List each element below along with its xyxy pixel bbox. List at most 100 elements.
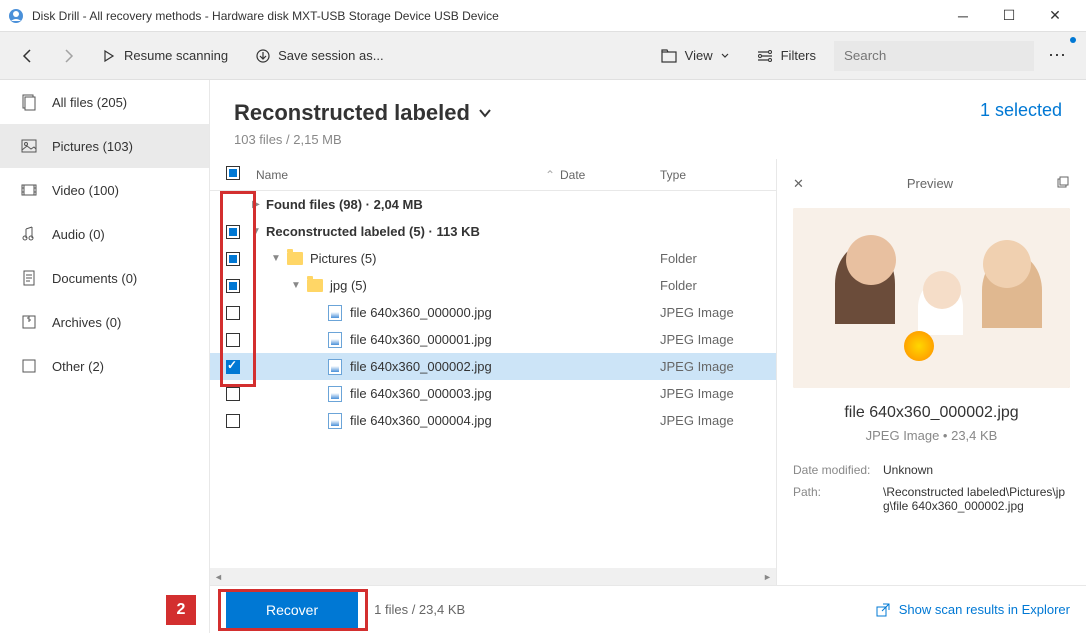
view-label: View — [685, 48, 713, 63]
filters-button[interactable]: Filters — [747, 42, 826, 69]
save-session-button[interactable]: Save session as... — [246, 42, 394, 69]
file-row[interactable]: file 640x360_000004.jpg JPEG Image — [210, 407, 776, 434]
download-icon — [256, 49, 270, 63]
horizontal-scrollbar[interactable]: ◄ ► — [210, 568, 776, 585]
sidebar-item-documents[interactable]: Documents (0) — [0, 256, 209, 300]
file-checkbox[interactable] — [226, 333, 240, 347]
path-value: \Reconstructed labeled\Pictures\jpg\file… — [883, 485, 1070, 513]
file-name: file 640x360_000004.jpg — [350, 413, 560, 428]
file-checkbox[interactable] — [226, 279, 240, 293]
app-icon — [8, 8, 24, 24]
recover-button[interactable]: Recover — [226, 592, 358, 628]
collapse-icon[interactable]: ▼ — [286, 280, 306, 291]
archives-icon — [20, 313, 38, 331]
content-title[interactable]: Reconstructed labeled — [234, 100, 492, 126]
resume-scanning-label: Resume scanning — [124, 48, 228, 63]
more-button[interactable]: ⋯ — [1042, 39, 1074, 72]
file-row[interactable]: ▼Reconstructed labeled (5) · 113 KB — [210, 218, 776, 245]
file-type: JPEG Image — [660, 413, 760, 428]
documents-icon — [20, 269, 38, 287]
file-row[interactable]: ▼Pictures (5)Folder — [210, 245, 776, 272]
column-date[interactable]: Date — [560, 168, 660, 182]
preview-panel: ✕ Preview file 640x360_000002.jpg JPEG I… — [776, 159, 1086, 585]
jpeg-icon — [326, 358, 344, 376]
sidebar-item-archives[interactable]: Archives (0) — [0, 300, 209, 344]
bottom-status: 1 files / 23,4 KB — [374, 602, 465, 617]
file-row[interactable]: file 640x360_000003.jpgJPEG Image — [210, 380, 776, 407]
play-icon — [102, 49, 116, 63]
file-row[interactable]: ▼jpg (5)Folder — [210, 272, 776, 299]
sidebar-item-allfiles[interactable]: All files (205) — [0, 80, 209, 124]
close-button[interactable]: ✕ — [1032, 0, 1078, 32]
sidebar-item-label: Video (100) — [52, 183, 119, 198]
folder-icon — [661, 49, 677, 63]
select-all-checkbox[interactable] — [226, 166, 240, 180]
file-name: file 640x360_000003.jpg — [350, 386, 560, 401]
file-list: ▶Found files (98) · 2,04 MB▼Reconstructe… — [210, 191, 776, 568]
file-name: Reconstructed labeled (5) · 113 KB — [266, 224, 560, 239]
file-type: Folder — [660, 251, 760, 266]
titlebar: Disk Drill - All recovery methods - Hard… — [0, 0, 1086, 32]
sidebar-item-label: Other (2) — [52, 359, 104, 374]
file-name: file 640x360_000000.jpg — [350, 305, 560, 320]
file-checkbox[interactable] — [226, 306, 240, 320]
collapse-icon[interactable]: ▼ — [266, 253, 286, 264]
file-row[interactable]: file 640x360_000000.jpg JPEG Image — [210, 299, 776, 326]
file-type: JPEG Image — [660, 305, 760, 320]
file-checkbox[interactable] — [226, 387, 240, 401]
file-checkbox[interactable] — [226, 360, 240, 374]
sidebar-item-pictures[interactable]: Pictures (103) — [0, 124, 209, 168]
preview-filemeta: JPEG Image • 23,4 KB — [793, 428, 1070, 443]
view-button[interactable]: View — [651, 42, 739, 69]
file-checkbox[interactable] — [226, 252, 240, 266]
search-input[interactable] — [834, 41, 1034, 71]
collapse-icon[interactable]: ▼ — [246, 226, 266, 237]
file-type: Folder — [660, 278, 760, 293]
pictures-icon — [20, 137, 38, 155]
file-row[interactable]: file 640x360_000002.jpgJPEG Image — [210, 353, 776, 380]
date-modified-value: Unknown — [883, 463, 1070, 477]
sidebar-item-label: Pictures (103) — [52, 139, 133, 154]
show-in-explorer-link[interactable]: Show scan results in Explorer — [875, 602, 1070, 618]
folder-icon — [306, 277, 324, 295]
chevron-down-icon — [478, 106, 492, 120]
sidebar-item-label: Archives (0) — [52, 315, 121, 330]
maximize-button[interactable]: ☐ — [986, 0, 1032, 32]
table-header: Name ⌃ Date Type — [210, 159, 776, 191]
column-name[interactable]: Name — [256, 168, 540, 182]
file-checkbox[interactable] — [226, 414, 240, 428]
save-session-label: Save session as... — [278, 48, 384, 63]
explorer-link-label: Show scan results in Explorer — [899, 602, 1070, 617]
file-row[interactable]: ▶Found files (98) · 2,04 MB — [210, 191, 776, 218]
sidebar-item-audio[interactable]: Audio (0) — [0, 212, 209, 256]
selected-count: 1 selected — [980, 100, 1062, 121]
resume-scanning-button[interactable]: Resume scanning — [92, 42, 238, 69]
file-name: Found files (98) · 2,04 MB — [266, 197, 560, 212]
preview-close-button[interactable]: ✕ — [793, 176, 804, 192]
toolbar: Resume scanning Save session as... View … — [0, 32, 1086, 80]
folder-icon — [286, 250, 304, 268]
sidebar-item-video[interactable]: Video (100) — [0, 168, 209, 212]
video-icon — [20, 181, 38, 199]
column-type[interactable]: Type — [660, 168, 760, 182]
minimize-button[interactable]: ─ — [940, 0, 986, 32]
content-title-text: Reconstructed labeled — [234, 100, 470, 126]
sidebar-item-label: Documents (0) — [52, 271, 137, 286]
path-label: Path: — [793, 485, 883, 513]
file-checkbox[interactable] — [226, 225, 240, 239]
expand-icon[interactable]: ▶ — [246, 199, 266, 210]
content-area: Reconstructed labeled 1 selected 103 fil… — [210, 80, 1086, 633]
sidebar-item-other[interactable]: Other (2) — [0, 344, 209, 388]
notification-dot-icon — [1070, 37, 1076, 43]
back-button[interactable] — [12, 42, 44, 70]
preview-popout-button[interactable] — [1056, 175, 1070, 192]
annotation-label-2: 2 — [166, 595, 196, 625]
preview-title: Preview — [804, 176, 1056, 191]
bottombar: 2 Recover 1 files / 23,4 KB Show scan re… — [210, 585, 1086, 633]
file-row[interactable]: file 640x360_000001.jpgJPEG Image — [210, 326, 776, 353]
content-subtitle: 103 files / 2,15 MB — [234, 132, 1062, 147]
jpeg-icon — [326, 385, 344, 403]
filters-icon — [757, 49, 773, 63]
forward-button[interactable] — [52, 42, 84, 70]
sidebar-item-label: Audio (0) — [52, 227, 105, 242]
